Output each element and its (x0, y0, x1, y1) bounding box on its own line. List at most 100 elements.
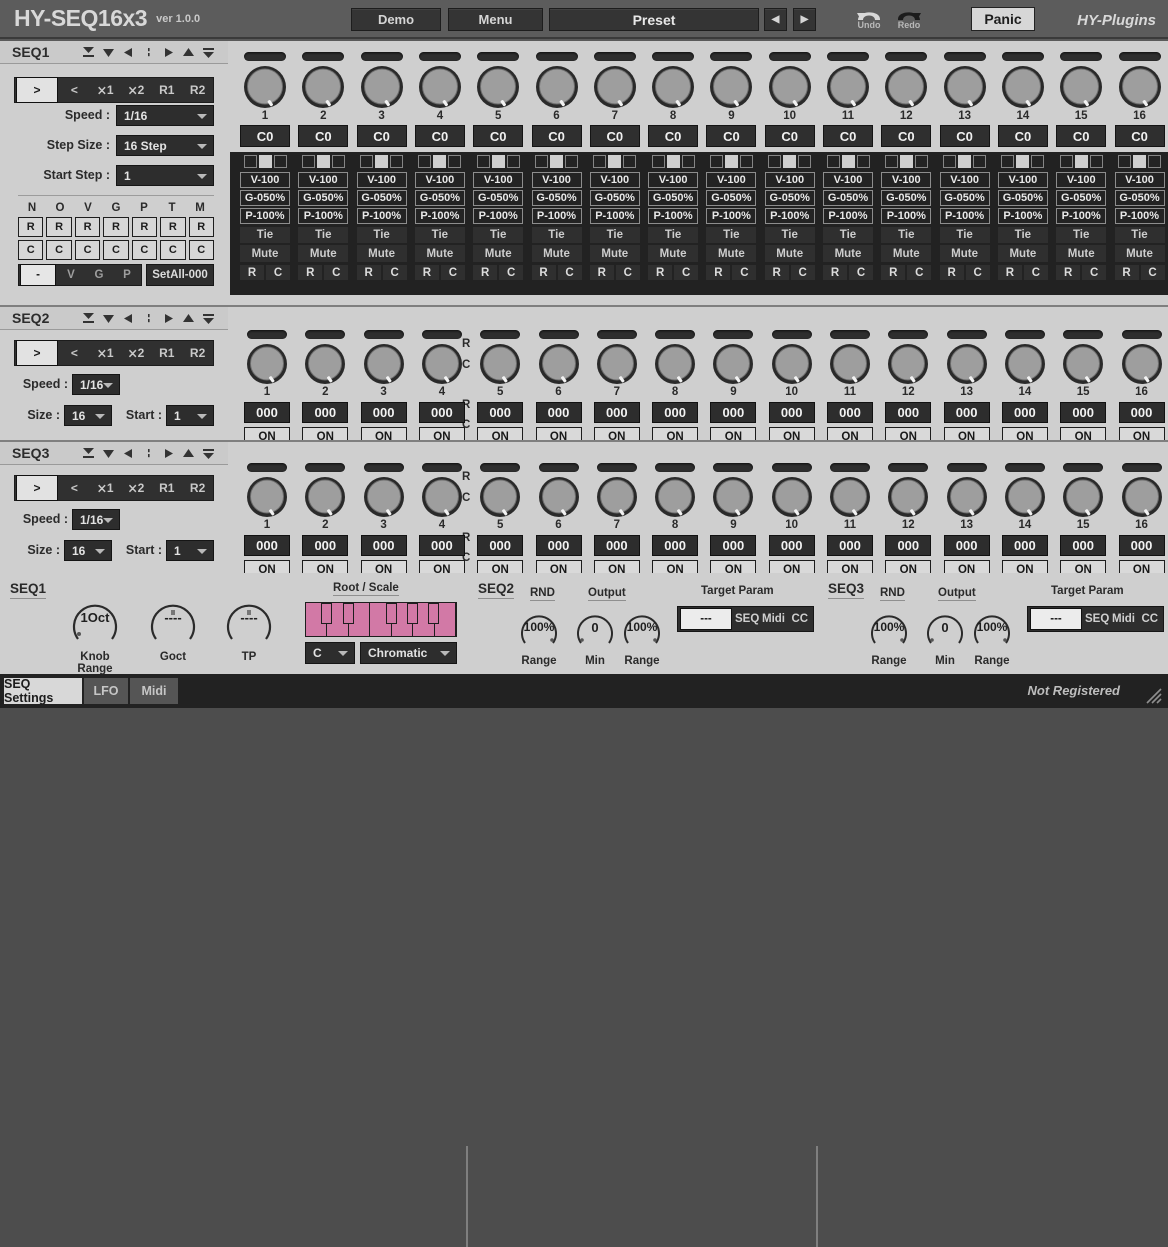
step-led[interactable] (1063, 463, 1103, 472)
seq1-startstep-select[interactable]: 1 (116, 165, 214, 186)
step-pitch-knob[interactable] (644, 65, 702, 109)
step-triad-b[interactable] (958, 155, 971, 168)
seq3-mode-backward[interactable]: < (59, 476, 90, 500)
right-triangle-icon[interactable] (158, 308, 178, 328)
seq3-mode-x2[interactable]: ⨯2 (121, 476, 152, 500)
seq2-step-knob[interactable] (413, 343, 471, 385)
knob-range-knob[interactable]: 1Oct Knob Range (62, 591, 128, 675)
step-velocity-value[interactable]: V-100 (240, 172, 290, 188)
step-note-value[interactable]: C0 (998, 125, 1048, 147)
seq3-step-value[interactable]: 000 (536, 535, 582, 556)
step-triad-b[interactable] (1016, 155, 1029, 168)
step-mute-button[interactable]: Mute (998, 245, 1048, 262)
scale-keyboard[interactable] (305, 602, 457, 637)
up-triangle-icon[interactable] (178, 443, 198, 463)
step-probability-value[interactable]: P-100% (298, 208, 348, 224)
skip-to-start-icon[interactable] (78, 443, 98, 463)
seq2-target-midi[interactable]: Midi (760, 613, 786, 625)
seq2-step-value[interactable]: 000 (419, 402, 465, 423)
step-triad-c[interactable] (1090, 155, 1103, 168)
seq2-min-knob[interactable]: 0 Min (569, 605, 621, 667)
seq2-step-value[interactable]: 000 (302, 402, 348, 423)
seq1-mode-forward[interactable]: > (16, 77, 58, 103)
seq2-start-select[interactable]: 1 (166, 405, 214, 426)
seq3-step-value[interactable]: 000 (419, 535, 465, 556)
step-tie-button[interactable]: Tie (532, 227, 582, 243)
root-select[interactable]: C (305, 642, 355, 664)
step-tie-button[interactable]: Tie (765, 227, 815, 243)
step-probability-value[interactable]: P-100% (765, 208, 815, 224)
step-led[interactable] (947, 463, 987, 472)
seq3-step-value[interactable]: 000 (477, 535, 523, 556)
seq3-rnd-range-knob[interactable]: 100% Range (863, 605, 915, 667)
seq2-mode-x1[interactable]: ⨯1 (90, 341, 121, 365)
step-triad-a[interactable] (1060, 155, 1073, 168)
seq3-mode-x1[interactable]: ⨯1 (90, 476, 121, 500)
seq3-step-knob[interactable] (763, 476, 821, 518)
seq3-step-knob[interactable] (646, 476, 704, 518)
step-led[interactable] (830, 330, 870, 339)
step-velocity-value[interactable]: V-100 (1115, 172, 1165, 188)
step-triad-b[interactable] (259, 155, 272, 168)
step-r-button[interactable]: R (823, 265, 847, 280)
step-triad-a[interactable] (535, 155, 548, 168)
seq2-step-value[interactable]: 000 (769, 402, 815, 423)
tab-midi[interactable]: Midi (130, 678, 178, 704)
step-pitch-knob[interactable] (469, 65, 527, 109)
step-r-button[interactable]: R (473, 265, 497, 280)
seq2-rnd-range-knob[interactable]: 100% Range (513, 605, 565, 667)
step-pitch-knob[interactable] (877, 65, 935, 109)
left-triangle-icon[interactable] (118, 42, 138, 62)
seq3-step-knob[interactable] (296, 476, 354, 518)
menu-button[interactable]: Menu (448, 8, 543, 31)
seq3-target-midi[interactable]: Midi (1110, 613, 1136, 625)
step-led[interactable] (536, 52, 578, 61)
seq2-step-knob[interactable] (763, 343, 821, 385)
seq3-step-knob[interactable] (530, 476, 588, 518)
seq2-mode-r2[interactable]: R2 (182, 341, 213, 365)
seq2-step-knob[interactable] (355, 343, 413, 385)
step-triad-b[interactable] (1075, 155, 1088, 168)
matrix-r-m[interactable]: R (189, 217, 214, 237)
step-gate-value[interactable]: G-050% (1115, 190, 1165, 206)
seq3-step-value[interactable]: 000 (361, 535, 407, 556)
step-mute-button[interactable]: Mute (823, 245, 873, 262)
step-led[interactable] (422, 463, 462, 472)
step-triad-c[interactable] (332, 155, 345, 168)
preset-next-button[interactable]: ▶ (793, 8, 816, 31)
seq3-mode-r2[interactable]: R2 (182, 476, 213, 500)
step-led[interactable] (1119, 52, 1161, 61)
step-led[interactable] (769, 52, 811, 61)
step-pitch-knob[interactable] (1052, 65, 1110, 109)
step-led[interactable] (947, 330, 987, 339)
step-note-value[interactable]: C0 (765, 125, 815, 147)
step-note-value[interactable]: C0 (298, 125, 348, 147)
step-mute-button[interactable]: Mute (648, 245, 698, 262)
right-triangle-icon[interactable] (158, 443, 178, 463)
step-triad-b[interactable] (608, 155, 621, 168)
step-note-value[interactable]: C0 (240, 125, 290, 147)
step-r-button[interactable]: R (881, 265, 905, 280)
step-velocity-value[interactable]: V-100 (415, 172, 465, 188)
step-led[interactable] (830, 463, 870, 472)
step-r-button[interactable]: R (415, 265, 439, 280)
seq2-step-knob[interactable] (879, 343, 937, 385)
step-led[interactable] (305, 330, 345, 339)
step-pitch-knob[interactable] (761, 65, 819, 109)
step-velocity-value[interactable]: V-100 (473, 172, 523, 188)
step-mute-button[interactable]: Mute (765, 245, 815, 262)
seq1-stepsize-select[interactable]: 16 Step (116, 135, 214, 156)
step-gate-value[interactable]: G-050% (706, 190, 756, 206)
step-triad-b[interactable] (900, 155, 913, 168)
preset-button[interactable]: Preset (549, 8, 759, 31)
undo-button[interactable]: Undo (852, 4, 886, 36)
step-led[interactable] (713, 330, 753, 339)
step-triad-c[interactable] (857, 155, 870, 168)
step-velocity-value[interactable]: V-100 (765, 172, 815, 188)
seq2-step-knob[interactable] (704, 343, 762, 385)
step-mute-button[interactable]: Mute (240, 245, 290, 262)
step-triad-b[interactable] (842, 155, 855, 168)
key-a-sharp[interactable] (428, 603, 439, 624)
seq3-step-value[interactable]: 000 (710, 535, 756, 556)
seq2-step-knob[interactable] (588, 343, 646, 385)
